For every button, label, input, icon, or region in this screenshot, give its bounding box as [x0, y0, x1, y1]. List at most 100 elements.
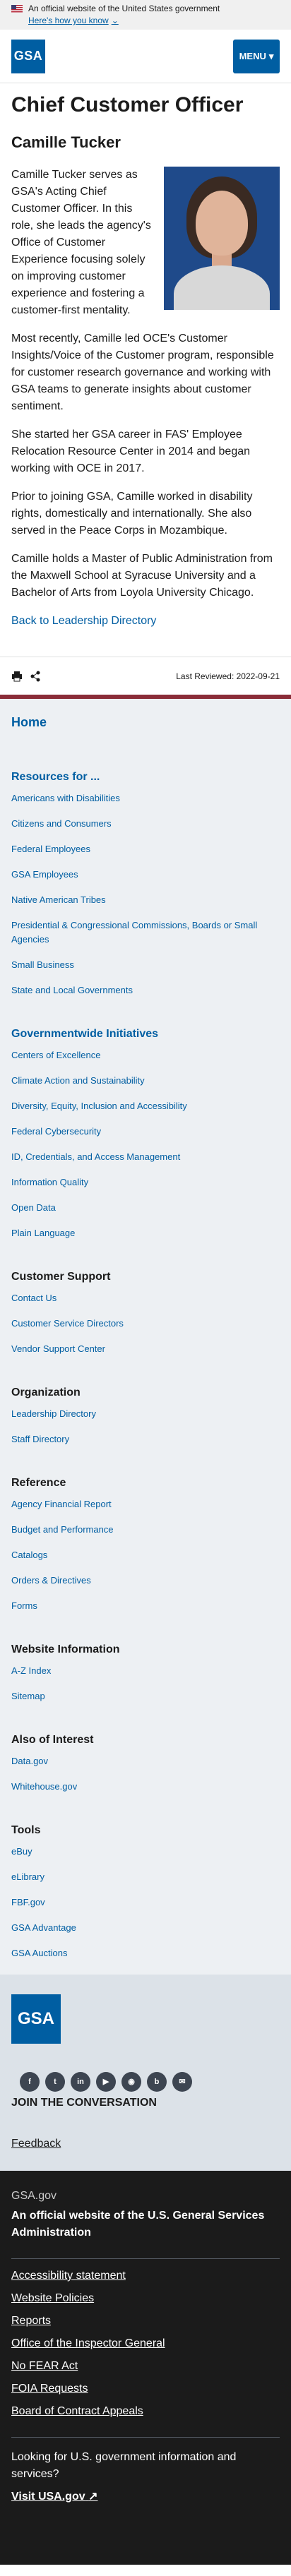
footer-link[interactable]: Centers of Excellence — [11, 1048, 280, 1062]
back-to-leadership-link[interactable]: Back to Leadership Directory — [11, 613, 280, 630]
linkedin-icon[interactable]: in — [71, 2072, 90, 2092]
footer-section: Resources for ... Americans with Disabili… — [11, 769, 280, 998]
visit-usa-gov-link[interactable]: Visit USA.gov ↗ — [11, 2488, 97, 2505]
external-link-icon: ↗ — [88, 2491, 98, 2503]
footer-section-heading: Reference — [11, 1477, 66, 1489]
how-you-know-link[interactable]: Here's how you know ⌄ — [28, 15, 280, 27]
identifier-official: An official website of the U.S. General … — [11, 2210, 265, 2239]
youtube-icon[interactable]: ▶ — [96, 2072, 116, 2092]
us-flag-icon — [11, 5, 23, 13]
footer-link[interactable]: GSA Advantage — [11, 1921, 280, 1935]
chevron-down-icon: ⌄ — [111, 16, 119, 25]
footer-link[interactable]: Federal Employees — [11, 842, 280, 856]
footer-link[interactable]: GSA Auctions — [11, 1946, 280, 1960]
footer-link[interactable]: eLibrary — [11, 1870, 280, 1884]
identifier-link[interactable]: Office of the Inspector General — [11, 2335, 280, 2352]
footer-link[interactable]: Catalogs — [11, 1548, 280, 1562]
identifier-link[interactable]: FOIA Requests — [11, 2380, 280, 2397]
footer-link[interactable]: Information Quality — [11, 1175, 280, 1190]
footer-section: Tools eBuy eLibrary FBF.gov GSA Advantage GSA… — [11, 1822, 280, 1960]
footer-link[interactable]: Climate Action and Sustainability — [11, 1074, 280, 1088]
email-icon[interactable]: ✉ — [172, 2072, 192, 2092]
page-meta: Last Reviewed: 2022-09-21 — [0, 657, 291, 688]
identifier-link[interactable]: Board of Contract Appeals — [11, 2403, 280, 2420]
footer-link[interactable]: Diversity, Equity, Inclusion and Accessi… — [11, 1099, 280, 1113]
bio-paragraph: She started her GSA career in FAS' Emplo… — [11, 429, 251, 474]
footer-link[interactable]: eBuy — [11, 1845, 280, 1859]
footer-link[interactable]: Leadership Directory — [11, 1407, 280, 1421]
footer-link[interactable]: Federal Cybersecurity — [11, 1125, 280, 1139]
footer-section-heading: Resources for ... — [11, 771, 100, 783]
footer-home-link[interactable]: Home — [11, 705, 280, 735]
identifier-links: Accessibility statement Website Policies… — [11, 2258, 280, 2420]
footer-link[interactable]: Budget and Performance — [11, 1523, 280, 1537]
footer-brand: GSA f t in ▶ ◉ b ✉ JOIN THE CONVERSATION… — [0, 1975, 291, 2171]
footer-section-heading: Governmentwide Initiatives — [11, 1028, 159, 1040]
footer-link[interactable]: Presidential & Congressional Commissions… — [11, 918, 280, 947]
person-name: Camille Tucker — [11, 133, 121, 151]
footer-section-heading: Organization — [11, 1386, 81, 1398]
footer-link[interactable]: Staff Directory — [11, 1432, 280, 1446]
join-conversation-heading: JOIN THE CONVERSATION — [11, 2097, 157, 2109]
facebook-icon[interactable]: f — [20, 2072, 40, 2092]
share-icon[interactable] — [30, 671, 41, 682]
menu-button[interactable]: MENU ▾ — [233, 39, 280, 73]
footer-link[interactable]: Agency Financial Report — [11, 1497, 280, 1511]
footer-section: Website Information A-Z Index Sitemap — [11, 1641, 280, 1703]
site-header: GSA MENU ▾ — [0, 30, 291, 83]
footer-link[interactable]: Plain Language — [11, 1226, 280, 1240]
gov-banner: An official website of the United States… — [0, 0, 291, 30]
footer-link[interactable]: FBF.gov — [11, 1895, 280, 1910]
footer-link[interactable]: Open Data — [11, 1201, 280, 1215]
footer-section-heading: Customer Support — [11, 1271, 111, 1283]
footer-link[interactable]: Data.gov — [11, 1754, 280, 1768]
bio-paragraph: Most recently, Camille led OCE's Custome… — [11, 333, 274, 412]
gsa-logo[interactable]: GSA — [11, 39, 45, 73]
identifier-link[interactable]: Reports — [11, 2313, 280, 2330]
footer-link[interactable]: Native American Tribes — [11, 893, 280, 907]
footer-link[interactable]: Vendor Support Center — [11, 1342, 280, 1356]
social-links: f t in ▶ ◉ b ✉ — [11, 2072, 280, 2092]
identifier-link[interactable]: Accessibility statement — [11, 2268, 280, 2284]
chevron-down-icon: ▾ — [268, 50, 274, 61]
footer-section: Customer Support Contact Us Customer Servi… — [11, 1269, 280, 1356]
last-reviewed: Last Reviewed: 2022-09-21 — [176, 671, 280, 681]
footer-link[interactable]: Americans with Disabilities — [11, 791, 280, 805]
blog-icon[interactable]: b — [147, 2072, 167, 2092]
bio-paragraph: Camille holds a Master of Public Adminis… — [11, 553, 273, 599]
footer-section-heading: Also of Interest — [11, 1734, 94, 1746]
footer-section: Organization Leadership Directory Staff Di… — [11, 1384, 280, 1446]
main-content: Chief Customer Officer Camille Tucker Ca… — [0, 83, 291, 630]
footer-link[interactable]: Small Business — [11, 958, 280, 972]
footer-link[interactable]: ID, Credentials, and Access Management — [11, 1150, 280, 1164]
twitter-icon[interactable]: t — [45, 2072, 65, 2092]
bio-paragraph: Prior to joining GSA, Camille worked in … — [11, 491, 253, 537]
identifier-link[interactable]: No FEAR Act — [11, 2358, 280, 2375]
page-title: Chief Customer Officer — [11, 93, 244, 116]
footer-link[interactable]: Citizens and Consumers — [11, 817, 280, 831]
usa-gov-prompt: Looking for U.S. government information … — [11, 2437, 280, 2483]
footer-link[interactable]: Orders & Directives — [11, 1574, 280, 1588]
print-icon[interactable] — [11, 671, 23, 682]
footer-link[interactable]: Contact Us — [11, 1291, 280, 1305]
footer-link[interactable]: Customer Service Directors — [11, 1317, 280, 1331]
gsa-footer-logo[interactable]: GSA — [11, 1994, 61, 2044]
footer-section: Reference Agency Financial Report Budget a… — [11, 1475, 280, 1613]
footer-section-heading: Tools — [11, 1824, 41, 1836]
feedback-link[interactable]: Feedback — [11, 2138, 61, 2150]
identifier-domain: GSA.gov — [11, 2190, 57, 2202]
footer-nav: Home Resources for ... Americans with Dis… — [0, 695, 291, 1975]
footer-link[interactable]: GSA Employees — [11, 868, 280, 882]
portrait-photo — [164, 167, 280, 310]
footer-link[interactable]: A-Z Index — [11, 1664, 280, 1678]
footer-section: Governmentwide Initiatives Centers of Exc… — [11, 1026, 280, 1240]
footer-link[interactable]: State and Local Governments — [11, 983, 280, 998]
footer-link[interactable]: Whitehouse.gov — [11, 1780, 280, 1794]
banner-text: An official website of the United States… — [28, 4, 220, 13]
footer-section-heading: Website Information — [11, 1643, 120, 1655]
gov-identifier: GSA.gov An official website of the U.S. … — [0, 2171, 291, 2565]
instagram-icon[interactable]: ◉ — [121, 2072, 141, 2092]
footer-link[interactable]: Sitemap — [11, 1689, 280, 1703]
footer-link[interactable]: Forms — [11, 1599, 280, 1613]
identifier-link[interactable]: Website Policies — [11, 2290, 280, 2307]
